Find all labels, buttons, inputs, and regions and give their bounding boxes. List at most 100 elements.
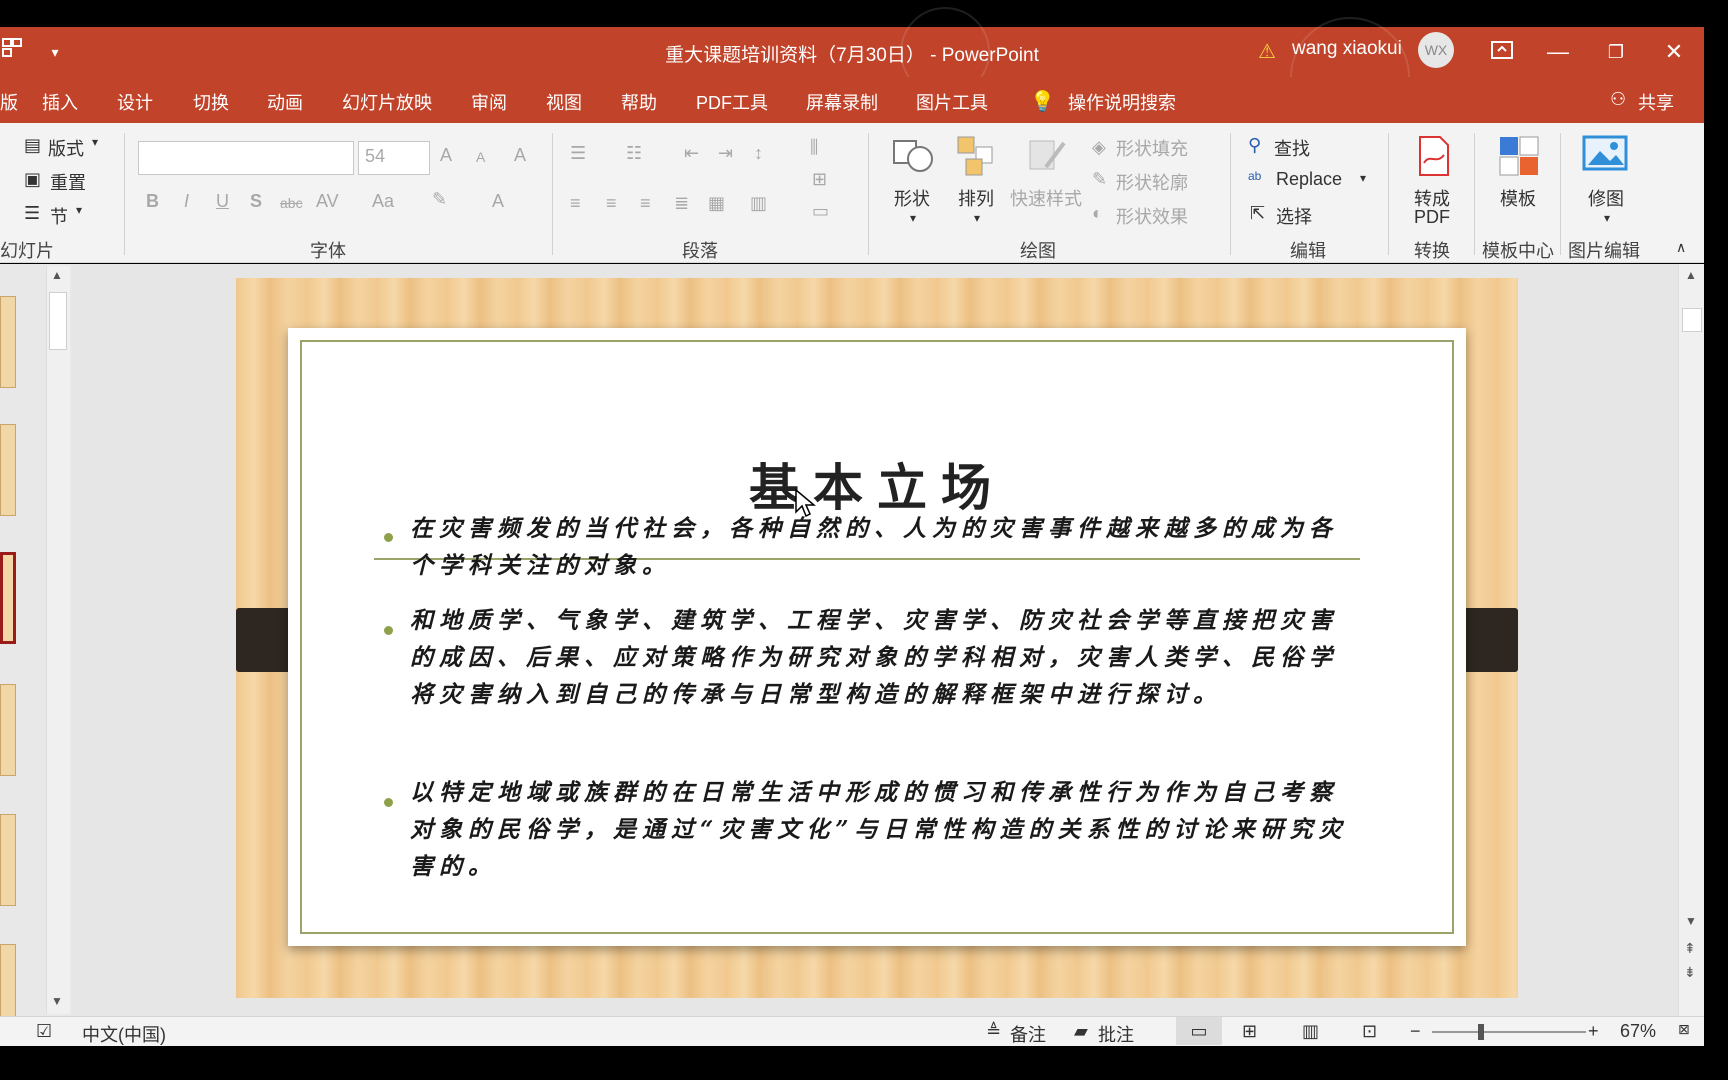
chevron-down-icon[interactable]: ▾ bbox=[974, 211, 980, 225]
slide-thumbnail[interactable] bbox=[0, 814, 16, 906]
warning-icon[interactable]: ⚠ bbox=[1252, 37, 1282, 67]
convert-pdf-line2[interactable]: PDF bbox=[1414, 207, 1450, 228]
notes-icon[interactable]: ≜ bbox=[986, 1021, 1001, 1042]
restore-icon[interactable]: ❐ bbox=[1596, 37, 1636, 67]
align-text-icon[interactable]: ⊞ bbox=[812, 169, 827, 190]
align-left-icon[interactable]: ≡ bbox=[570, 193, 581, 214]
collapse-ribbon-icon[interactable]: ∧ bbox=[1676, 239, 1686, 256]
scroll-down-icon[interactable]: ▼ bbox=[1685, 914, 1697, 928]
layout-button[interactable]: 版式 bbox=[48, 135, 84, 161]
tab-insert[interactable]: 插入 bbox=[42, 89, 78, 115]
next-slide-icon[interactable]: ⇟ bbox=[1684, 964, 1696, 981]
chevron-down-icon[interactable]: ▾ bbox=[910, 211, 916, 225]
slide-sorter-icon[interactable]: ⊞ bbox=[1242, 1021, 1257, 1042]
slide-thumbnail[interactable] bbox=[0, 296, 16, 388]
grow-font-button[interactable]: A bbox=[440, 145, 452, 166]
columns-icon[interactable]: ▥ bbox=[750, 193, 767, 214]
zoom-slider-thumb[interactable] bbox=[1478, 1024, 1484, 1040]
align-center-icon[interactable]: ≡ bbox=[606, 193, 617, 214]
align-right-icon[interactable]: ≡ bbox=[640, 193, 651, 214]
fit-to-window-icon[interactable]: ⊠ bbox=[1678, 1021, 1690, 1038]
select-button[interactable]: 选择 bbox=[1276, 203, 1312, 229]
tab-partial[interactable]: 版 bbox=[0, 89, 18, 115]
italic-button[interactable]: I bbox=[184, 191, 189, 212]
clear-format-button[interactable]: A bbox=[514, 145, 526, 166]
tab-design[interactable]: 设计 bbox=[117, 89, 153, 115]
notes-button[interactable]: 备注 bbox=[1010, 1021, 1046, 1047]
scroll-up-icon[interactable]: ▲ bbox=[1685, 268, 1697, 282]
comments-icon[interactable]: ▰ bbox=[1074, 1021, 1088, 1042]
quick-styles-icon[interactable] bbox=[1024, 133, 1070, 179]
bullet-text[interactable]: 以特定地域或族群的在日常生活中形成的惯习和传承性行为作为自己考察对象的民俗学，是… bbox=[410, 774, 1350, 885]
shape-outline-button[interactable]: 形状轮廓 bbox=[1116, 169, 1188, 195]
tab-help[interactable]: 帮助 bbox=[621, 89, 657, 115]
close-icon[interactable]: ✕ bbox=[1654, 37, 1694, 67]
numbering-icon[interactable]: ☷ bbox=[626, 143, 642, 164]
layout-icon[interactable]: ▤ bbox=[24, 135, 41, 156]
bullet-text[interactable]: 和地质学、气象学、建筑学、工程学、灾害学、防灾社会学等直接把灾害的成因、后果、应… bbox=[410, 602, 1350, 713]
reset-button[interactable]: 重置 bbox=[50, 169, 86, 195]
justify-icon[interactable]: ≣ bbox=[674, 193, 689, 214]
pen-icon[interactable]: ✎ bbox=[1092, 169, 1107, 190]
reset-icon[interactable]: ▣ bbox=[24, 169, 41, 190]
pdf-icon[interactable] bbox=[1410, 133, 1456, 179]
bullet-text[interactable]: 在灾害频发的当代社会，各种自然的、人为的灾害事件越来越多的成为各个学科关注的对象… bbox=[410, 510, 1350, 584]
scroll-up-icon[interactable]: ▲ bbox=[51, 268, 63, 282]
increase-indent-icon[interactable]: ⇥ bbox=[718, 143, 733, 164]
arrange-icon[interactable] bbox=[954, 133, 1000, 179]
proofing-icon[interactable]: ☑ bbox=[36, 1021, 52, 1042]
strikethrough-button[interactable]: abc bbox=[280, 195, 303, 211]
text-direction-icon[interactable]: ⫼ bbox=[810, 137, 818, 158]
template-icon[interactable] bbox=[1496, 133, 1542, 179]
language-indicator[interactable]: 中文(中国) bbox=[82, 1021, 166, 1047]
zoom-level[interactable]: 67% bbox=[1620, 1021, 1656, 1042]
scroll-thumb[interactable] bbox=[1682, 308, 1702, 332]
comments-button[interactable]: 批注 bbox=[1098, 1021, 1134, 1047]
zoom-slider[interactable] bbox=[1432, 1024, 1586, 1040]
chevron-down-icon[interactable]: ▾ bbox=[76, 203, 82, 217]
smartart-icon[interactable]: ▭ bbox=[812, 201, 829, 222]
normal-view-icon[interactable]: ▭ bbox=[1176, 1017, 1222, 1045]
distributed-icon[interactable]: ▦ bbox=[708, 193, 725, 214]
font-name-field[interactable] bbox=[138, 141, 354, 175]
bullets-icon[interactable]: ☰ bbox=[570, 143, 586, 164]
image-edit-button[interactable]: 修图 bbox=[1588, 185, 1624, 211]
minimize-icon[interactable]: — bbox=[1538, 37, 1578, 67]
chevron-down-icon[interactable]: ▾ bbox=[1360, 171, 1366, 185]
slide-scrollbar[interactable]: ▲ ▼ ⇞ ⇟ bbox=[1678, 264, 1704, 1016]
previous-slide-icon[interactable]: ⇞ bbox=[1684, 940, 1696, 957]
tab-review[interactable]: 审阅 bbox=[471, 89, 507, 115]
slide-thumbnail-selected[interactable] bbox=[0, 552, 16, 644]
shapes-button[interactable]: 形状 bbox=[894, 185, 930, 211]
slide[interactable]: 基本立场 在灾害频发的当代社会，各种自然的、人为的灾害事件越来越多的成为各个学科… bbox=[236, 278, 1518, 998]
quick-styles-button[interactable]: 快速样式 bbox=[1010, 185, 1082, 211]
ribbon-display-options-icon[interactable] bbox=[1482, 37, 1522, 67]
section-icon[interactable]: ☰ bbox=[24, 203, 40, 224]
font-color-icon[interactable]: A bbox=[492, 191, 504, 212]
replace-icon[interactable]: ab bbox=[1248, 169, 1261, 183]
paint-bucket-icon[interactable]: ◈ bbox=[1092, 137, 1106, 158]
chevron-down-icon[interactable]: ▾ bbox=[92, 135, 98, 149]
shadow-button[interactable]: S bbox=[250, 191, 262, 212]
scroll-thumb[interactable] bbox=[49, 292, 67, 350]
chevron-down-icon[interactable]: ▾ bbox=[1604, 211, 1610, 225]
bold-button[interactable]: B bbox=[146, 191, 159, 212]
user-name[interactable]: wang xiaokui bbox=[1292, 38, 1402, 60]
thumbnail-scrollbar[interactable]: ▲ ▼ bbox=[46, 266, 70, 1014]
tab-slideshow[interactable]: 幻灯片放映 bbox=[342, 89, 432, 115]
slideshow-icon[interactable]: ⊡ bbox=[1362, 1021, 1377, 1042]
section-button[interactable]: 节 bbox=[50, 203, 68, 229]
slide-thumbnail[interactable] bbox=[0, 684, 16, 776]
tell-me-search[interactable]: 操作说明搜索 bbox=[1068, 89, 1176, 115]
find-button[interactable]: 查找 bbox=[1274, 135, 1310, 161]
share-button[interactable]: 共享 bbox=[1638, 89, 1674, 115]
search-icon[interactable]: ⚲ bbox=[1248, 135, 1261, 156]
lightbulb-icon[interactable]: 💡 bbox=[1030, 89, 1055, 114]
image-edit-icon[interactable] bbox=[1582, 133, 1628, 179]
avatar[interactable]: WX bbox=[1418, 32, 1454, 68]
person-icon[interactable]: ⚇ bbox=[1610, 89, 1626, 110]
zoom-out-button[interactable]: − bbox=[1410, 1021, 1421, 1042]
zoom-in-button[interactable]: + bbox=[1588, 1021, 1599, 1042]
decrease-indent-icon[interactable]: ⇤ bbox=[684, 143, 699, 164]
shape-fill-button[interactable]: 形状填充 bbox=[1116, 135, 1188, 161]
